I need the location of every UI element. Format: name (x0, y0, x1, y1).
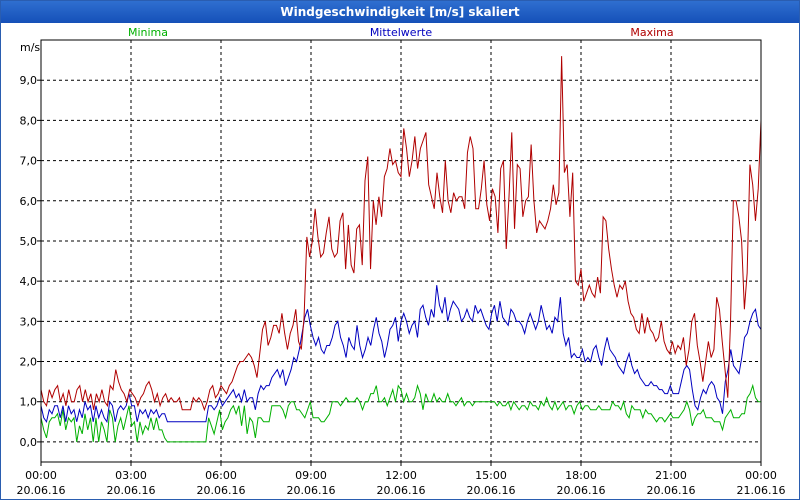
legend-entry-minima: Minima (128, 26, 168, 39)
y-tick-label: 6,0 (20, 195, 38, 208)
x-tick-time: 06:00 (205, 469, 237, 482)
legend-layer: Minima Mittelwerte Maxima (128, 26, 674, 39)
x-tick-time: 18:00 (565, 469, 597, 482)
x-tick-time: 21:00 (655, 469, 687, 482)
wind-speed-chart: 0,0 1,0 2,0 3,0 4,0 5,0 6,0 7,0 8,0 9,0 00:00 20.06… (17, 26, 786, 497)
grid-layer (41, 40, 761, 462)
x-tick-date: 20.06.16 (107, 484, 156, 497)
x-tick-time: 09:00 (295, 469, 327, 482)
x-tick-date: 21.06.16 (737, 484, 786, 497)
x-tick-date: 20.06.16 (287, 484, 336, 497)
y-tick-label: 2,0 (20, 356, 38, 369)
y-tick-label: 4,0 (20, 275, 38, 288)
x-tick-date: 20.06.16 (647, 484, 696, 497)
y-tick-label: 8,0 (20, 114, 38, 127)
y-tick-label: 9,0 (20, 74, 38, 87)
x-tick-time: 12:00 (385, 469, 417, 482)
x-tick-date: 20.06.16 (17, 484, 66, 497)
legend-entry-maxima: Maxima (630, 26, 673, 39)
y-axis-unit-label: m/s (20, 41, 40, 54)
x-tick-date: 20.06.16 (197, 484, 246, 497)
x-tick-time: 15:00 (475, 469, 507, 482)
legend-entry-mittelwerte: Mittelwerte (370, 26, 433, 39)
y-tick-label: 7,0 (20, 155, 38, 168)
x-tick-date: 20.06.16 (377, 484, 426, 497)
x-tick-date: 20.06.16 (467, 484, 516, 497)
x-tick-date: 20.06.16 (557, 484, 606, 497)
y-tick-label: 1,0 (20, 396, 38, 409)
y-tick-label: 0,0 (20, 436, 38, 449)
window-title: Windgeschwindigkeit [m/s] skaliert (1, 1, 799, 23)
chart-window: Windgeschwindigkeit [m/s] skaliert 0,0 1,… (0, 0, 800, 500)
y-tick-label: 5,0 (20, 235, 38, 248)
y-tick-label: 3,0 (20, 315, 38, 328)
x-tick-time: 03:00 (115, 469, 147, 482)
x-tick-time: 00:00 (745, 469, 777, 482)
x-tick-time: 00:00 (25, 469, 57, 482)
